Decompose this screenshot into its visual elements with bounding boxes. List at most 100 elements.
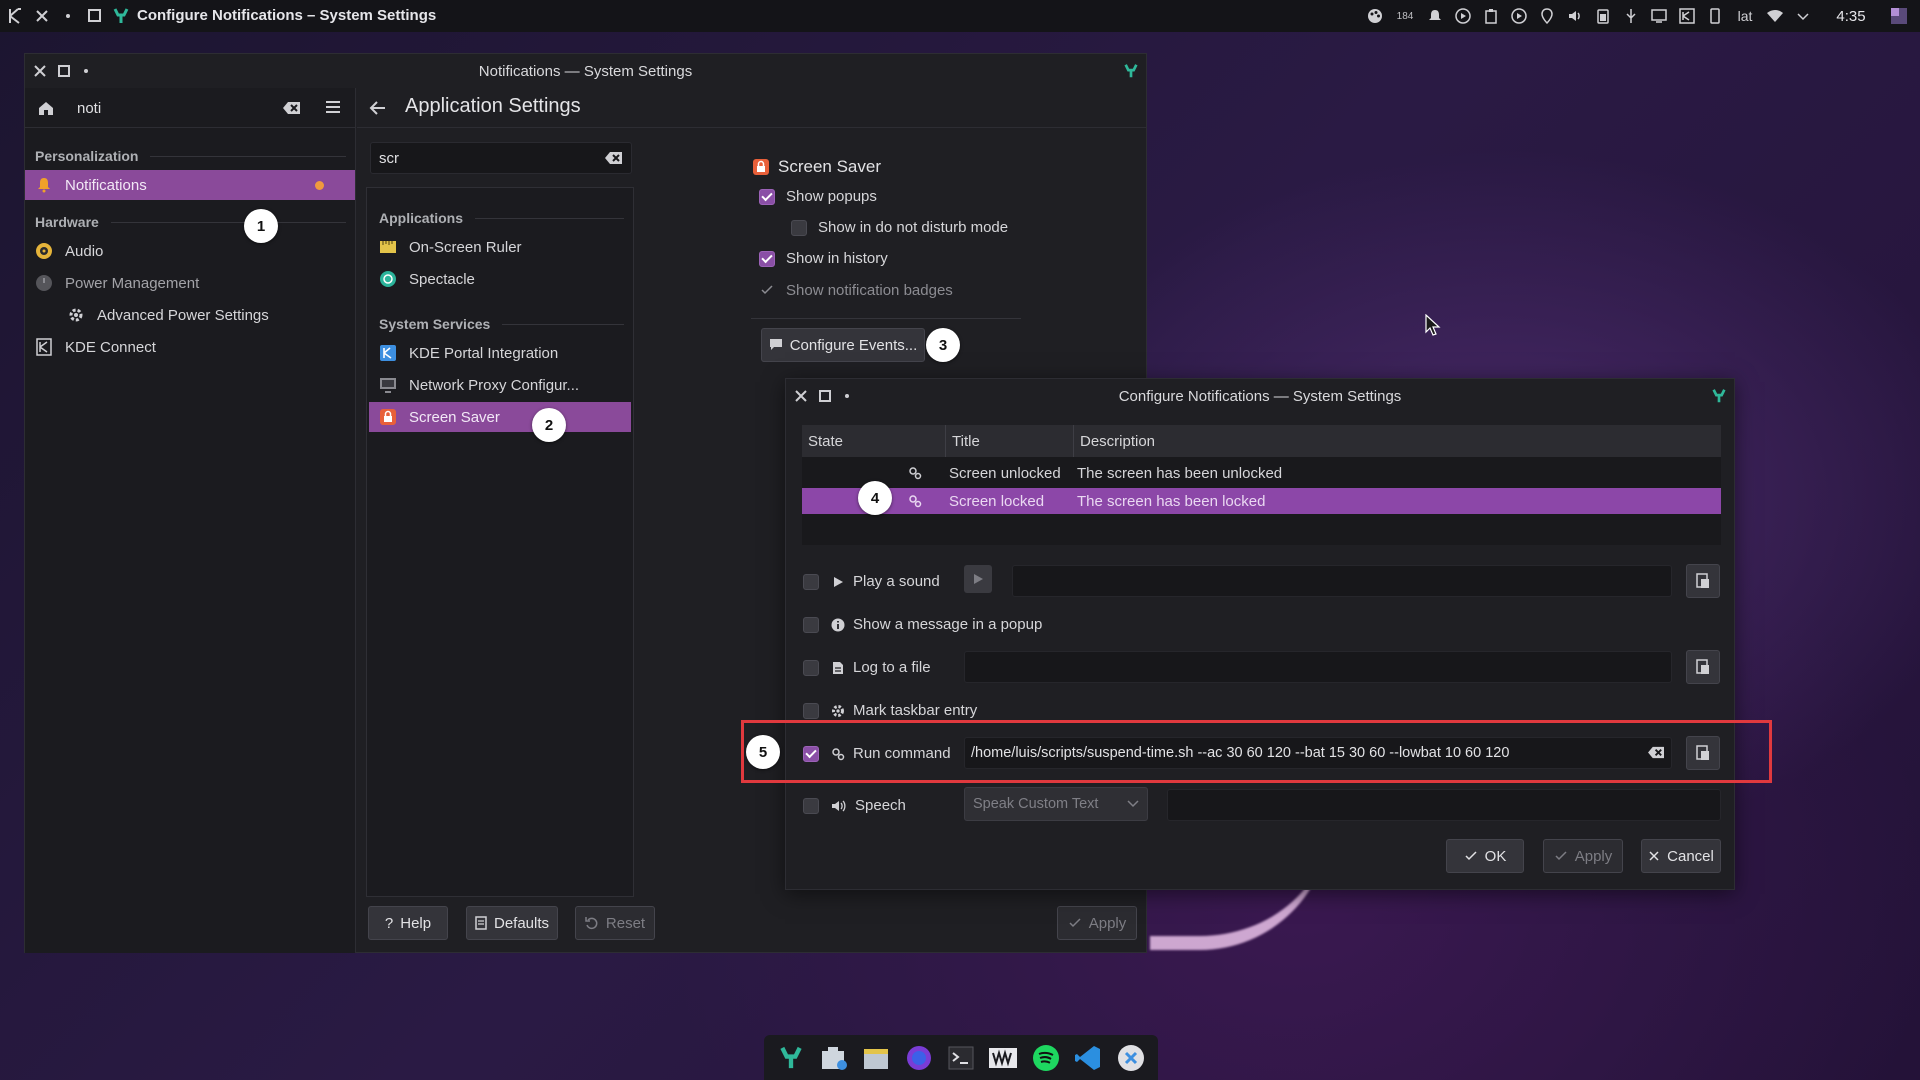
column-header-description[interactable]: Description (1074, 433, 1155, 450)
dialog-apply-button[interactable]: Apply (1543, 839, 1623, 873)
cpu-temp-indicator[interactable]: 184 (1394, 7, 1416, 25)
action-show-popup[interactable]: Show a message in a popup (803, 616, 1042, 633)
speech-checkbox[interactable] (803, 797, 819, 814)
maximize-icon[interactable] (55, 62, 73, 80)
taskbar-checkbox[interactable] (803, 702, 819, 719)
table-row[interactable]: Screen unlocked The screen has been unlo… (802, 460, 1721, 486)
vivaldi-icon[interactable] (987, 1042, 1019, 1074)
show-popups-checkbox[interactable] (759, 188, 775, 205)
browse-sound-button[interactable] (1686, 564, 1720, 598)
file-manager-icon[interactable] (818, 1042, 850, 1074)
app-item-kde-portal[interactable]: KDE Portal Integration (369, 338, 631, 368)
app-search-value: scr (379, 149, 399, 167)
back-arrow-icon[interactable] (369, 99, 387, 117)
changed-indicator (315, 181, 324, 190)
close-icon[interactable] (34, 8, 50, 24)
apply-button[interactable]: Apply (1057, 906, 1137, 940)
system-settings-icon[interactable] (775, 1042, 807, 1074)
checkmark-icon[interactable] (759, 281, 775, 299)
terminal-icon[interactable] (945, 1042, 977, 1074)
defaults-button[interactable]: Defaults (466, 906, 558, 940)
option-label: Show popups (786, 188, 877, 205)
close-icon[interactable] (31, 62, 49, 80)
log-file-field[interactable] (964, 651, 1672, 683)
display-icon[interactable] (1650, 7, 1668, 25)
column-header-title[interactable]: Title (946, 425, 1074, 457)
sound-file-field[interactable] (1012, 565, 1672, 597)
sidebar-item-power-management[interactable]: Power Management (25, 268, 355, 298)
phone-icon[interactable] (1706, 7, 1724, 25)
usb-icon[interactable] (1622, 7, 1640, 25)
configure-events-button[interactable]: Configure Events... (761, 328, 925, 362)
speech-text-field[interactable] (1167, 789, 1721, 821)
close-icon[interactable] (792, 387, 810, 405)
action-play-sound[interactable]: Play a sound (803, 573, 940, 590)
maximize-icon[interactable] (816, 387, 834, 405)
app-item-screen-saver[interactable]: Screen Saver (369, 402, 631, 432)
virtual-desktop-pager-icon[interactable] (1890, 7, 1908, 25)
browse-log-button[interactable] (1686, 650, 1720, 684)
action-log-file[interactable]: Log to a file (803, 659, 931, 676)
vscode-icon[interactable] (1072, 1042, 1104, 1074)
clock[interactable]: 4:35 (1822, 8, 1880, 25)
option-show-badges[interactable]: Show notification badges (759, 281, 953, 299)
maximize-icon[interactable] (88, 9, 101, 22)
show-in-dnd-checkbox[interactable] (791, 219, 807, 236)
firefox-icon[interactable] (903, 1042, 935, 1074)
minimize-icon[interactable] (838, 387, 856, 405)
keyboard-layout-indicator[interactable]: lat (1734, 7, 1756, 25)
location-icon[interactable] (1538, 7, 1556, 25)
wifi-icon[interactable] (1766, 7, 1784, 25)
clear-search-icon[interactable] (605, 150, 623, 166)
notifications-icon[interactable] (1426, 7, 1444, 25)
option-show-in-dnd[interactable]: Show in do not disturb mode (791, 219, 1008, 236)
clipboard-icon[interactable] (1482, 7, 1500, 25)
sidebar-item-audio[interactable]: Audio (25, 236, 355, 266)
reset-button[interactable]: Reset (575, 906, 655, 940)
app-item-on-screen-ruler[interactable]: On-Screen Ruler (369, 232, 631, 262)
sidebar-item-notifications[interactable]: Notifications (25, 170, 355, 200)
files-icon[interactable] (860, 1042, 892, 1074)
clear-search-icon[interactable] (283, 100, 301, 116)
system-tray: 184 lat 4:35 (1366, 0, 1920, 32)
palette-icon[interactable] (1366, 7, 1384, 25)
sidebar-item-kde-connect[interactable]: KDE Connect (25, 332, 355, 362)
chevron-down-icon[interactable] (1794, 7, 1812, 25)
action-speech[interactable]: Speech (803, 797, 906, 814)
action-label: Play a sound (853, 573, 940, 590)
app-item-label: Screen Saver (409, 408, 500, 426)
ok-button[interactable]: OK (1446, 839, 1524, 873)
discover-icon[interactable] (1115, 1042, 1147, 1074)
action-taskbar[interactable]: Mark taskbar entry (803, 702, 977, 719)
app-item-spectacle[interactable]: Spectacle (369, 264, 631, 294)
kde-connect-tray-icon[interactable] (1678, 7, 1696, 25)
home-icon[interactable] (37, 99, 55, 117)
play-circle-icon[interactable] (1510, 7, 1528, 25)
play-sound-preview-button[interactable] (964, 565, 992, 593)
battery-icon[interactable] (1594, 7, 1612, 25)
app-search-input[interactable]: scr (370, 142, 632, 174)
media-play-icon[interactable] (1454, 7, 1472, 25)
help-icon: ? (384, 914, 394, 932)
speech-mode-select[interactable]: Speak Custom Text (964, 787, 1148, 821)
log-file-checkbox[interactable] (803, 659, 819, 676)
option-show-popups[interactable]: Show popups (759, 188, 877, 205)
volume-icon[interactable] (1566, 7, 1584, 25)
kde-menu-icon[interactable] (6, 6, 26, 26)
app-item-network-proxy[interactable]: Network Proxy Configur... (369, 370, 631, 400)
settings-search-input[interactable]: noti (69, 92, 305, 124)
hamburger-menu-icon[interactable] (325, 99, 341, 115)
spotify-icon[interactable] (1030, 1042, 1062, 1074)
show-popup-checkbox[interactable] (803, 616, 819, 633)
column-header-state[interactable]: State (802, 425, 946, 457)
option-show-in-history[interactable]: Show in history (759, 250, 888, 267)
play-sound-checkbox[interactable] (803, 573, 819, 590)
table-row-selected[interactable]: Screen locked The screen has been locked (802, 488, 1721, 514)
sidebar-item-advanced-power[interactable]: Advanced Power Settings (57, 300, 355, 330)
minimize-icon[interactable] (66, 14, 70, 18)
cancel-button[interactable]: Cancel (1641, 839, 1721, 873)
help-button[interactable]: ? Help (368, 906, 448, 940)
show-in-history-checkbox[interactable] (759, 250, 775, 267)
minimize-icon[interactable] (77, 62, 95, 80)
checkmark-icon (1465, 851, 1477, 861)
